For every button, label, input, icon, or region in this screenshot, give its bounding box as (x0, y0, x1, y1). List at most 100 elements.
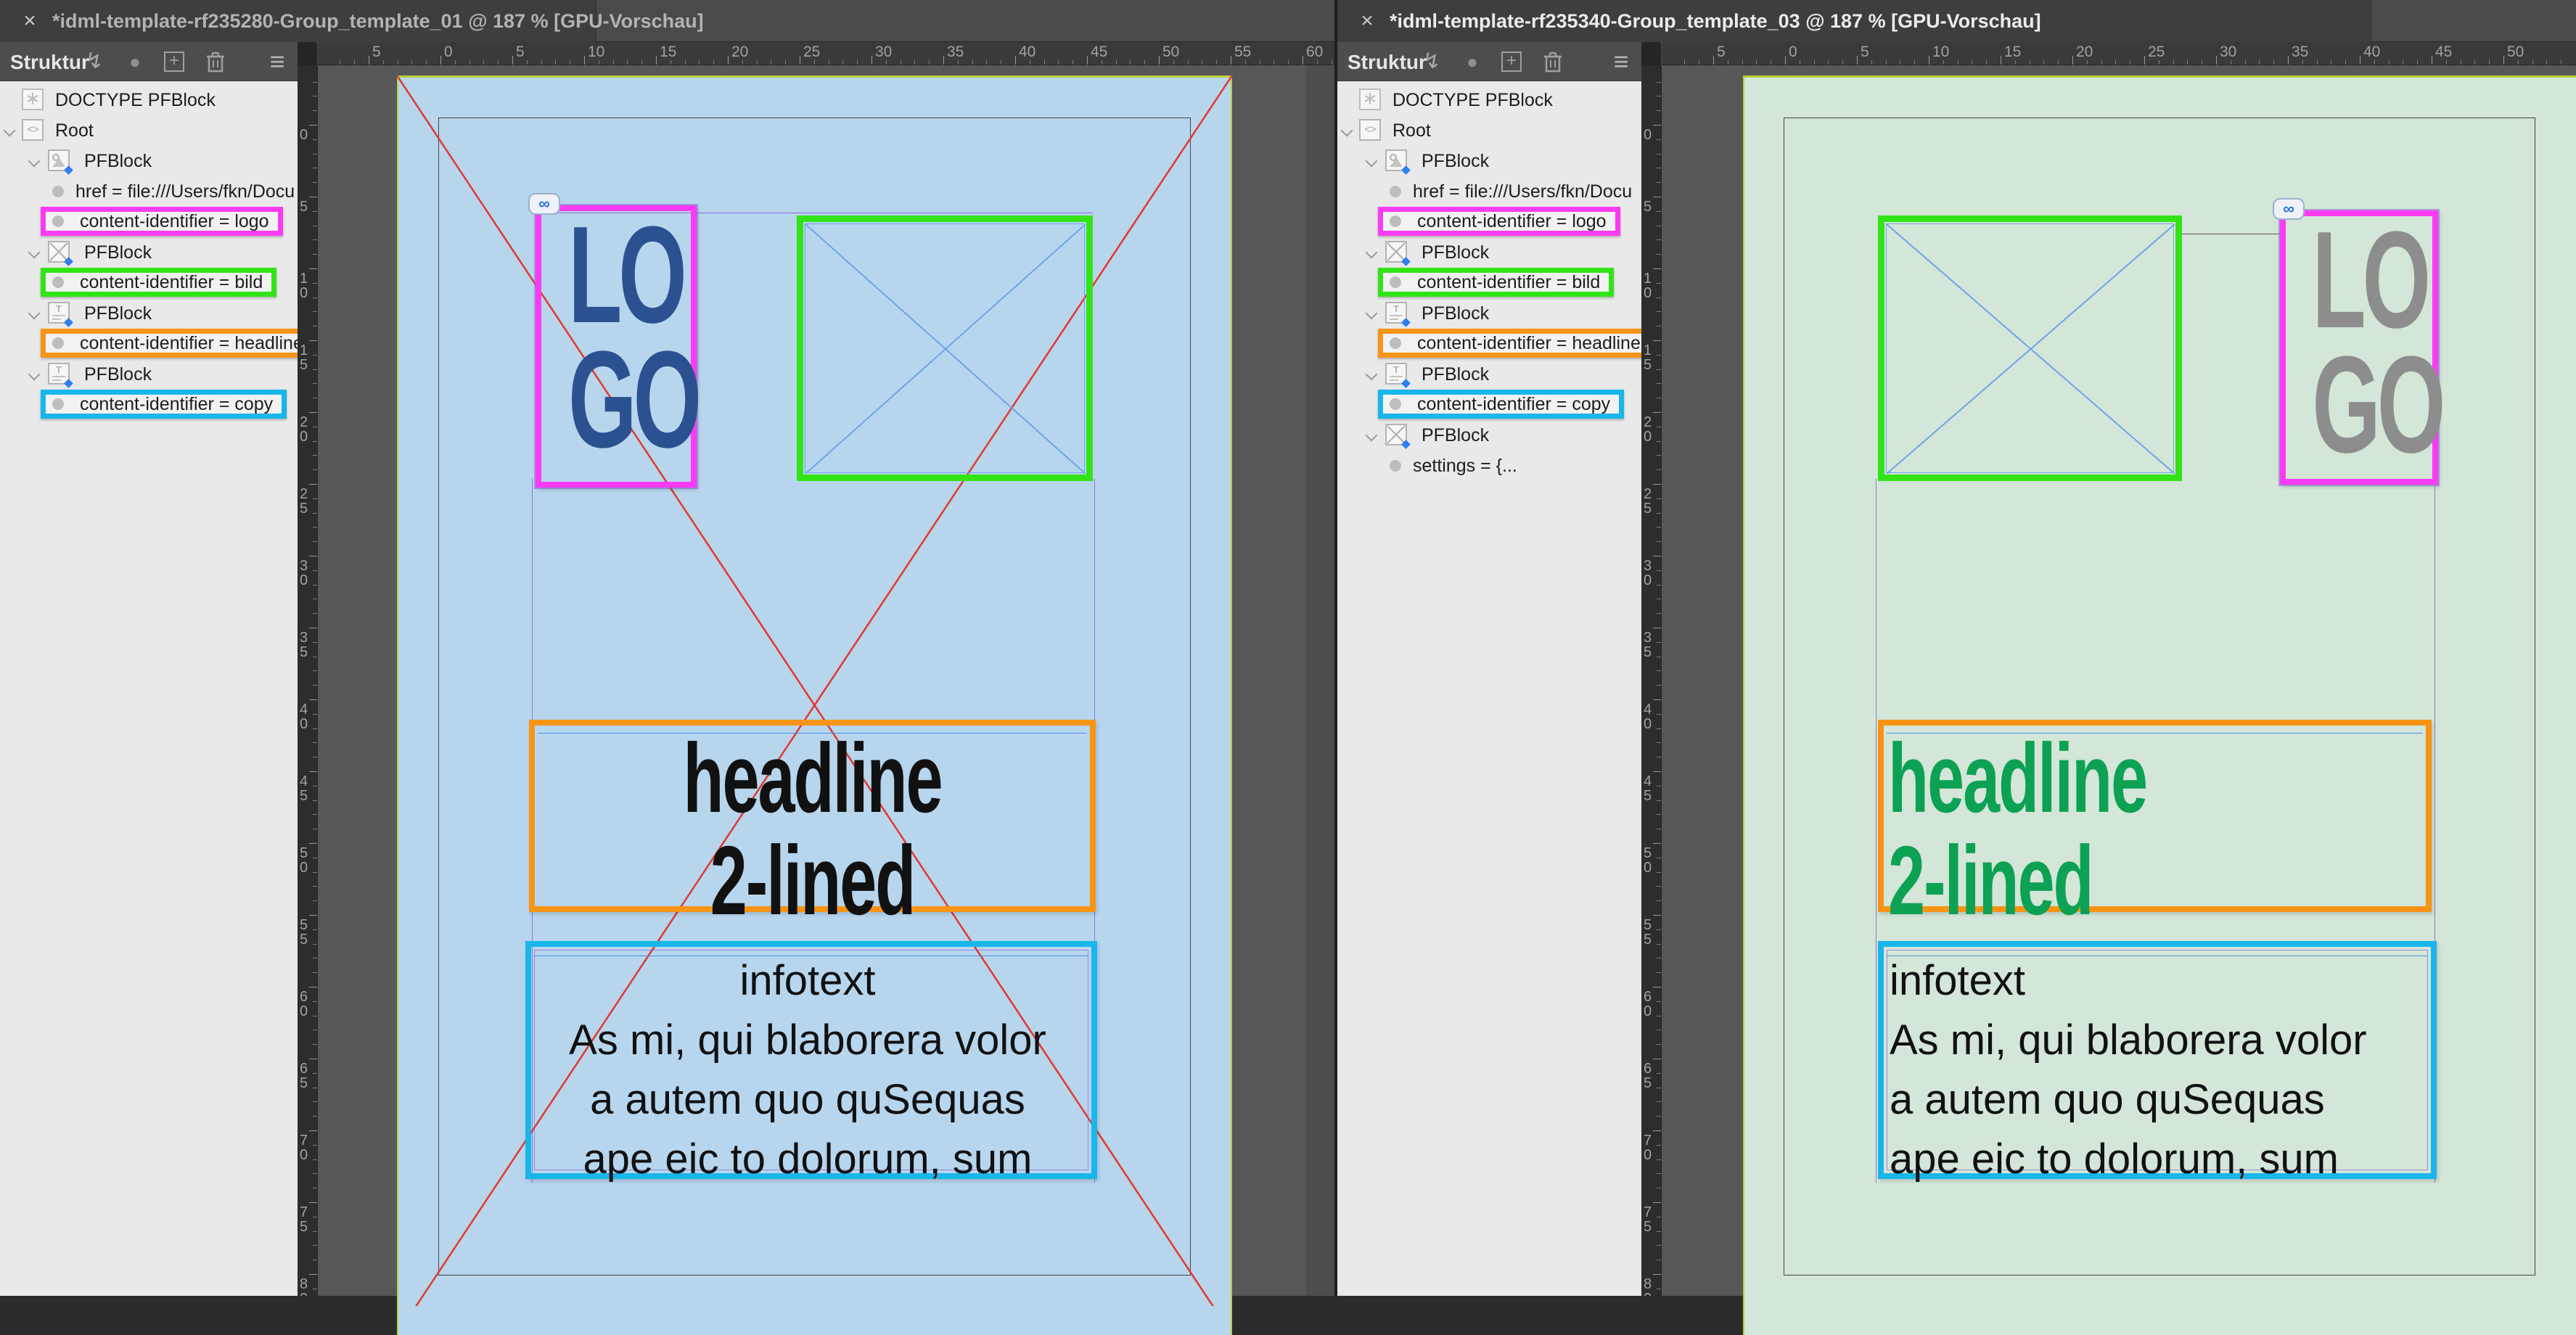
ruler-tick (929, 60, 930, 65)
tree-row-content-identifier[interactable]: content-identifier = copy (1337, 390, 1641, 420)
attribute-highlight-box[interactable]: content-identifier = logo (41, 207, 283, 236)
ruler-origin-corner[interactable] (1641, 42, 1662, 65)
tree-row-pfblock[interactable]: PFBlock (1337, 420, 1641, 451)
tree-row-doctype[interactable]: ∗DOCTYPE PFBlock (1337, 85, 1641, 115)
ruler-tick (1657, 441, 1661, 442)
doctype-node-icon[interactable]: ∗ (22, 89, 44, 110)
attribute-highlight-box[interactable]: content-identifier = bild (41, 268, 276, 297)
lightning-icon[interactable]: ↯ (81, 48, 107, 75)
tree-row-root[interactable]: <>Root (0, 115, 298, 146)
ruler-tick (1657, 541, 1661, 542)
panel-menu-icon[interactable]: ≡ (1607, 46, 1636, 77)
ruler-tick (1044, 60, 1045, 65)
expander-chevron-icon[interactable] (29, 369, 39, 379)
logo-frame[interactable]: LOGO (536, 205, 697, 488)
image-empty-node-icon[interactable] (1385, 241, 1407, 263)
expander-chevron-icon[interactable] (29, 308, 39, 319)
expander-chevron-icon[interactable] (1366, 247, 1377, 258)
tree-row-content-identifier[interactable]: content-identifier = logo (0, 207, 298, 237)
tree-row-settings[interactable]: settings = {... (1337, 451, 1641, 481)
text-node-icon[interactable]: T (48, 363, 70, 385)
tree-row-pfblock[interactable]: PFBlock (1337, 237, 1641, 268)
ruler-tick (1058, 60, 1059, 65)
ruler-origin-corner[interactable] (298, 42, 318, 65)
image-node-icon[interactable] (1385, 149, 1407, 171)
infotext-line: infotext (1890, 951, 2429, 1011)
root-glyph: <> (23, 120, 42, 139)
trash-icon[interactable] (205, 50, 226, 73)
text-node-icon[interactable]: T (1385, 363, 1407, 385)
link-badge-icon[interactable]: ∞ (528, 193, 560, 215)
ruler-tick (1657, 1116, 1661, 1117)
expander-chevron-icon[interactable] (1366, 430, 1377, 440)
tree-row-pfblock[interactable]: PFBlock (0, 146, 298, 176)
tree-row-content-identifier[interactable]: content-identifier = copy (0, 390, 298, 420)
tree-row-doctype[interactable]: ∗DOCTYPE PFBlock (0, 85, 298, 115)
ruler-digit: 3 (1644, 559, 1654, 573)
doctype-node-icon[interactable]: ∗ (1359, 89, 1381, 110)
root-node-icon[interactable]: <> (22, 119, 44, 141)
lightning-icon[interactable]: ↯ (1419, 48, 1445, 75)
tree-row-pfblock[interactable]: TPFBlock (1337, 298, 1641, 329)
record-icon[interactable]: ● (122, 48, 148, 75)
link-badge-icon[interactable]: ∞ (2273, 198, 2305, 220)
expander-chevron-icon[interactable] (4, 126, 15, 136)
tree-row-pfblock[interactable]: PFBlock (0, 237, 298, 268)
document-tab[interactable]: ×*idml-template-rf235280-Group_template_… (0, 0, 596, 42)
headline-frame[interactable]: headline2-lined (529, 720, 1096, 912)
image-empty-node-icon[interactable] (1385, 424, 1407, 445)
tree-row-content-identifier[interactable]: content-identifier = bild (0, 268, 298, 298)
horizontal-ruler[interactable]: 505101520253035404550 (1662, 42, 2576, 65)
tree-row-content-identifier[interactable]: content-identifier = headline (1337, 329, 1641, 359)
vertical-ruler[interactable]: 05101520253035404550556065707580 (1641, 65, 1662, 1296)
tree-row-pfblock[interactable]: TPFBlock (0, 359, 298, 390)
record-icon[interactable]: ● (1459, 48, 1485, 75)
infotext-frame[interactable]: infotextAs mi, qui blaborera volora aute… (525, 941, 1097, 1179)
headline-frame[interactable]: headline2-lined (1878, 720, 2432, 912)
logo-frame[interactable]: LOGO (2280, 210, 2438, 485)
root-node-icon[interactable]: <> (1359, 119, 1381, 141)
ruler-digit: 4 (300, 702, 310, 717)
image-placeholder-frame[interactable] (1878, 215, 2182, 481)
tree-row-pfblock[interactable]: TPFBlock (1337, 359, 1641, 390)
scrollbar-track[interactable] (1306, 65, 1334, 1296)
tree-row-pfblock[interactable]: TPFBlock (0, 298, 298, 329)
tree-row-content-identifier[interactable]: content-identifier = headline (0, 329, 298, 359)
image-placeholder-frame[interactable] (797, 215, 1093, 481)
text-node-icon[interactable]: T (1385, 302, 1407, 324)
panel-menu-icon[interactable]: ≡ (263, 46, 292, 77)
add-node-icon[interactable]: + (1501, 52, 1522, 72)
trash-icon[interactable] (1542, 50, 1564, 73)
tree-row-pfblock[interactable]: PFBlock (1337, 146, 1641, 176)
text-line (1390, 376, 1403, 377)
attribute-highlight-box[interactable]: content-identifier = copy (41, 390, 287, 419)
tree-row-root[interactable]: <>Root (1337, 115, 1641, 146)
expander-chevron-icon[interactable] (1342, 126, 1352, 136)
tab-close-icon[interactable]: × (17, 9, 42, 33)
expander-chevron-icon[interactable] (1366, 308, 1377, 319)
chevron-shape (28, 308, 41, 320)
expander-chevron-icon[interactable] (1366, 156, 1377, 166)
attribute-highlight-box[interactable]: content-identifier = copy (1378, 390, 1624, 419)
attribute-highlight-box[interactable]: content-identifier = logo (1378, 207, 1620, 236)
tree-row-href[interactable]: href = file:///Users/fkn/Docu (0, 176, 298, 207)
add-node-icon[interactable]: + (164, 52, 184, 72)
image-empty-node-icon[interactable] (48, 241, 70, 263)
attribute-highlight-box[interactable]: content-identifier = headline (1378, 329, 1641, 358)
attribute-highlight-box[interactable]: content-identifier = headline (41, 329, 298, 358)
text-node-icon[interactable]: T (48, 302, 70, 324)
attribute-highlight-box[interactable]: content-identifier = bild (1378, 268, 1614, 297)
vertical-ruler[interactable]: 05101520253035404550556065707580 (298, 65, 318, 1296)
expander-chevron-icon[interactable] (29, 156, 39, 166)
expander-chevron-icon[interactable] (29, 247, 39, 258)
tree-row-href[interactable]: href = file:///Users/fkn/Docu (1337, 176, 1641, 207)
horizontal-ruler[interactable]: 5051015202530354045505560 (318, 42, 1334, 65)
document-tab[interactable]: ×*idml-template-rf235340-Group_template_… (1337, 0, 2371, 42)
expander-chevron-icon[interactable] (1366, 369, 1377, 379)
ruler-tick (871, 56, 872, 65)
tree-row-content-identifier[interactable]: content-identifier = bild (1337, 268, 1641, 298)
tab-close-icon[interactable]: × (1355, 9, 1379, 33)
infotext-frame[interactable]: infotextAs mi, qui blaborera volora aute… (1878, 941, 2437, 1179)
tree-row-content-identifier[interactable]: content-identifier = logo (1337, 207, 1641, 237)
image-node-icon[interactable] (48, 149, 70, 171)
